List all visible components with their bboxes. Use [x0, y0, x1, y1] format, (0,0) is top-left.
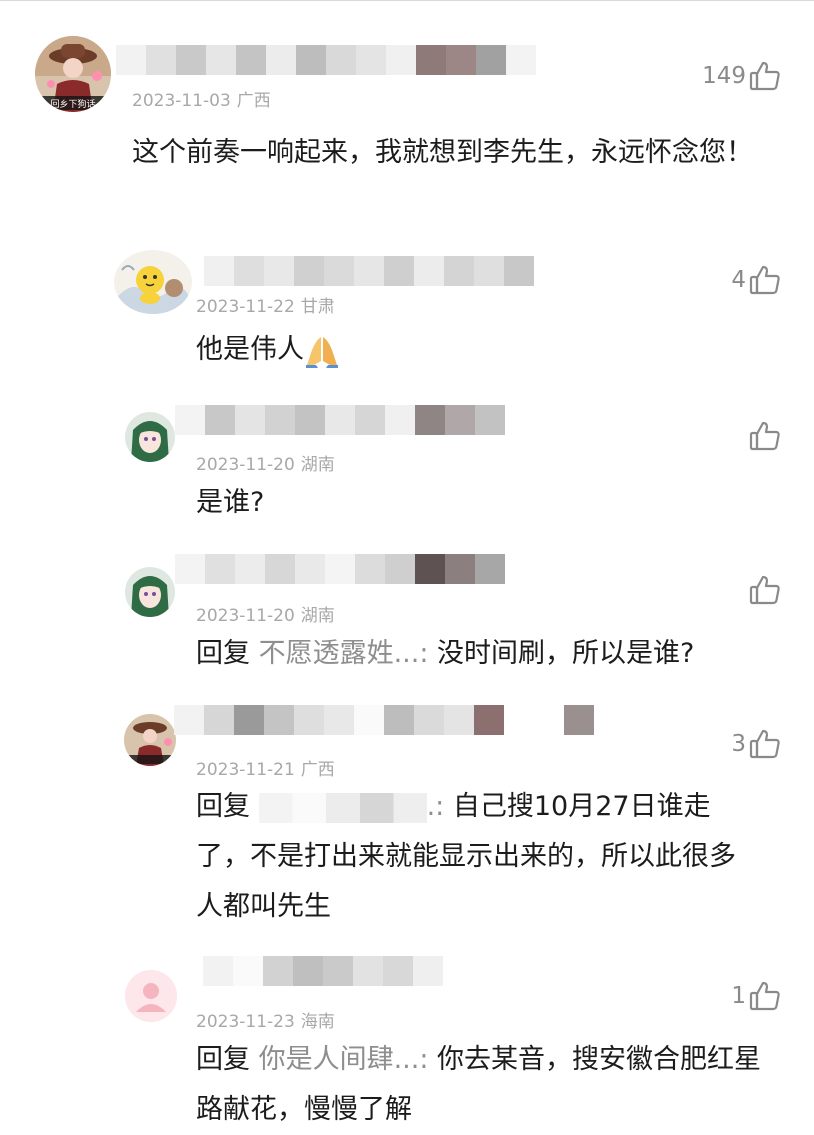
mention-link[interactable]: .:: [427, 791, 445, 822]
thumbs-up-icon: [749, 729, 780, 759]
avatar[interactable]: 回乡下狗话: [35, 36, 111, 112]
thumbs-up-icon: [749, 61, 780, 91]
comment-region: 海南: [300, 1012, 335, 1032]
comment-meta: 2023-11-20 湖南: [196, 450, 335, 475]
like-button[interactable]: [746, 418, 782, 454]
comment-item: 2023-11-20 湖南 回复 不愿透露姓...: 没时间刷，所以是谁?: [0, 530, 814, 690]
blurred-username[interactable]: [175, 554, 505, 584]
thumbs-up-icon: [749, 421, 780, 451]
avatar[interactable]: [125, 412, 175, 462]
reply-prefix: 回复: [196, 791, 250, 822]
like-button[interactable]: 1: [731, 978, 782, 1014]
comment-item: 2023-11-21 广西 3 回复 .: 自己搜10月27日谁走 了，不是打出来…: [0, 690, 814, 940]
thumbs-up-icon: [749, 265, 780, 295]
comment-date: 2023-11-21: [196, 760, 295, 780]
comment-item: 2023-11-20 湖南 是谁?: [0, 380, 814, 530]
comment-region: 广西: [300, 760, 335, 780]
blurred-username[interactable]: [174, 705, 594, 735]
praying-hands-icon: [306, 336, 338, 368]
blurred-username[interactable]: [116, 45, 536, 75]
comment-body[interactable]: 回复 不愿透露姓...: 没时间刷，所以是谁?: [196, 629, 776, 679]
blurred-username[interactable]: [203, 956, 443, 986]
comment-text: 没时间刷，所以是谁?: [428, 638, 695, 669]
comment-body[interactable]: 回复 你是人间肆...: 你去某音，搜安徽合肥红星路献花，慢慢了解: [196, 1035, 771, 1135]
comment-text[interactable]: 这个前奏一响起来，我就想到李先生，永远怀念您！: [132, 128, 772, 178]
comment-region: 甘肃: [300, 297, 335, 317]
like-count: 1: [731, 983, 746, 1009]
avatar[interactable]: [114, 250, 192, 314]
like-count: 4: [731, 267, 746, 293]
comment-region: 广西: [236, 91, 271, 111]
comment-meta: 2023-11-03 广西: [132, 86, 271, 111]
comment-item: 2023-11-22 甘肃 4 他是伟人: [0, 230, 814, 380]
comment-text[interactable]: 是谁?: [196, 478, 756, 528]
mention-link[interactable]: 不愿透露姓...:: [259, 638, 429, 669]
comment-text: 自己搜10月27日谁走: [444, 791, 711, 822]
blurred-username[interactable]: [175, 405, 505, 435]
comment-date: 2023-11-03: [132, 91, 231, 111]
like-button[interactable]: 4: [731, 262, 782, 298]
avatar[interactable]: [125, 567, 175, 617]
like-button[interactable]: 149: [702, 58, 782, 94]
reply-prefix: 回复: [196, 638, 250, 669]
reply-prefix: 回复: [196, 1044, 250, 1075]
comment-region: 湖南: [300, 606, 335, 626]
comment-item: 2023-11-23 海南 1 回复 你是人间肆...: 你去某音，搜安徽合肥红星…: [0, 940, 814, 1129]
avatar-caption: 回乡下狗话: [50, 98, 95, 110]
comment-body[interactable]: 他是伟人: [196, 325, 756, 375]
comment-meta: 2023-11-23 海南: [196, 1007, 335, 1032]
comment-region: 湖南: [300, 455, 335, 475]
comment-meta: 2023-11-22 甘肃: [196, 292, 335, 317]
comment-date: 2023-11-22: [196, 297, 295, 317]
mention-link[interactable]: 你是人间肆...:: [259, 1044, 429, 1075]
comment-date: 2023-11-20: [196, 455, 295, 475]
avatar[interactable]: [125, 970, 177, 1022]
thumbs-up-icon: [749, 575, 780, 605]
blurred-mention[interactable]: [258, 792, 427, 823]
like-button[interactable]: 3: [731, 726, 782, 762]
comment-date: 2023-11-23: [196, 1012, 295, 1032]
comment-item: 回乡下狗话 2023-11-03 广西 149 这个前奏一响起来，我就想到李先生，…: [0, 0, 814, 230]
avatar[interactable]: [124, 714, 176, 766]
comment-meta: 2023-11-20 湖南: [196, 601, 335, 626]
like-button[interactable]: [746, 572, 782, 608]
comment-body[interactable]: 回复 .: 自己搜10月27日谁走 了，不是打出来就能显示出来的，所以此很多人都…: [196, 782, 776, 932]
default-avatar-icon: [125, 970, 177, 1022]
comment-date: 2023-11-20: [196, 606, 295, 626]
comment-meta: 2023-11-21 广西: [196, 755, 335, 780]
thumbs-up-icon: [749, 981, 780, 1011]
like-count: 3: [731, 731, 746, 757]
blurred-username[interactable]: [204, 256, 534, 286]
comment-text-continued: 了，不是打出来就能显示出来的，所以此很多人都叫先生: [196, 841, 736, 922]
comment-text: 他是伟人: [196, 334, 304, 365]
like-count: 149: [702, 63, 746, 89]
